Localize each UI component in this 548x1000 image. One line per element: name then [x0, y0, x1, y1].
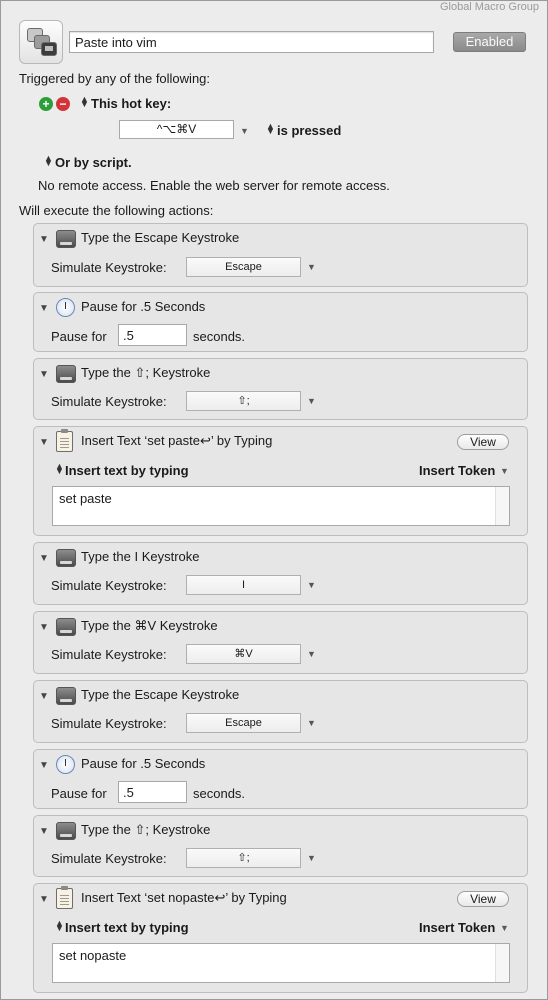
textarea-scrollbar[interactable] — [495, 944, 509, 982]
keystroke-field[interactable]: ⇧; — [186, 391, 301, 411]
keystroke-field[interactable]: ⌘V — [186, 644, 301, 664]
keystroke-dropdown-icon[interactable]: ▼ — [307, 580, 316, 590]
keystroke-dropdown-icon[interactable]: ▼ — [307, 262, 316, 272]
hotkey-condition-label[interactable]: is pressed — [277, 123, 341, 138]
seconds-label: seconds. — [193, 786, 246, 801]
action-keystroke: ▼ Type the ⇧; Keystroke Simulate Keystro… — [33, 815, 528, 877]
script-trigger-stepper-icon[interactable]: ▲ ▼ — [44, 154, 53, 168]
action-keystroke: ▼ Type the I Keystroke Simulate Keystrok… — [33, 542, 528, 605]
action-pause: ▼ Pause for .5 Seconds Pause for .5 seco… — [33, 749, 528, 809]
keyboard-icon — [56, 230, 76, 248]
simulate-keystroke-label: Simulate Keystroke: — [51, 647, 167, 662]
insert-mode-label[interactable]: Insert text by typing — [65, 920, 189, 935]
insert-text-area[interactable]: set nopaste — [52, 943, 510, 983]
action-keystroke: ▼ Type the ⌘V Keystroke Simulate Keystro… — [33, 611, 528, 674]
trigger-type-stepper-icon[interactable]: ▲ ▼ — [80, 95, 89, 109]
action-title: Type the Escape Keystroke — [81, 230, 240, 245]
action-title: Type the ⇧; Keystroke — [81, 365, 211, 380]
disclosure-triangle-icon[interactable]: ▼ — [39, 622, 49, 633]
textarea-scrollbar[interactable] — [495, 487, 509, 525]
keystroke-field[interactable]: I — [186, 575, 301, 595]
action-insert-text: ▼ Insert Text ‘set nopaste↩’ by Typing V… — [33, 883, 528, 993]
keystroke-dropdown-icon[interactable]: ▼ — [307, 649, 316, 659]
macro-icon[interactable] — [19, 20, 63, 64]
macro-name-field[interactable]: Paste into vim — [69, 31, 434, 53]
keystroke-field[interactable]: Escape — [186, 713, 301, 733]
pause-for-label: Pause for — [51, 329, 107, 344]
simulate-keystroke-label: Simulate Keystroke: — [51, 716, 167, 731]
insert-token-dropdown-icon[interactable]: ▼ — [500, 466, 509, 476]
disclosure-triangle-icon[interactable]: ▼ — [39, 894, 49, 905]
hotkey-field[interactable]: ^⌥⌘V — [119, 120, 234, 139]
clock-icon — [56, 755, 75, 774]
hotkey-trigger-label: This hot key: — [91, 96, 172, 111]
keyboard-icon — [56, 822, 76, 840]
disclosure-triangle-icon[interactable]: ▼ — [39, 369, 49, 380]
disclosure-triangle-icon[interactable]: ▼ — [39, 437, 49, 448]
clock-icon — [56, 298, 75, 317]
insert-text-value: set paste — [59, 491, 112, 506]
keystroke-dropdown-icon[interactable]: ▼ — [307, 396, 316, 406]
insert-text-area[interactable]: set paste — [52, 486, 510, 526]
triggers-heading: Triggered by any of the following: — [19, 71, 211, 86]
simulate-keystroke-label: Simulate Keystroke: — [51, 578, 167, 593]
view-button[interactable]: View — [457, 891, 509, 907]
action-title: Insert Text ‘set paste↩’ by Typing — [81, 433, 273, 448]
action-title: Type the ⌘V Keystroke — [81, 618, 218, 633]
action-title: Insert Text ‘set nopaste↩’ by Typing — [81, 890, 287, 905]
disclosure-triangle-icon[interactable]: ▼ — [39, 303, 49, 314]
remote-access-text: No remote access. Enable the web server … — [38, 178, 390, 193]
insert-text-value: set nopaste — [59, 948, 127, 963]
action-keystroke: ▼ Type the Escape Keystroke Simulate Key… — [33, 680, 528, 743]
insert-token-dropdown-icon[interactable]: ▼ — [500, 923, 509, 933]
action-keystroke: ▼ Type the Escape Keystroke Simulate Key… — [33, 223, 528, 287]
disclosure-triangle-icon[interactable]: ▼ — [39, 760, 49, 771]
action-pause: ▼ Pause for .5 Seconds Pause for .5 seco… — [33, 292, 528, 352]
action-title: Type the ⇧; Keystroke — [81, 822, 211, 837]
clipboard-icon — [56, 429, 73, 452]
keyboard-icon — [56, 618, 76, 636]
keystroke-dropdown-icon[interactable]: ▼ — [307, 718, 316, 728]
keystroke-field[interactable]: ⇧; — [186, 848, 301, 868]
disclosure-triangle-icon[interactable]: ▼ — [39, 826, 49, 837]
keyboard-icon — [56, 365, 76, 383]
disclosure-triangle-icon[interactable]: ▼ — [39, 553, 49, 564]
simulate-keystroke-label: Simulate Keystroke: — [51, 394, 167, 409]
keystroke-dropdown-icon[interactable]: ▼ — [307, 853, 316, 863]
disclosure-triangle-icon[interactable]: ▼ — [39, 691, 49, 702]
clipboard-icon — [56, 886, 73, 909]
remove-trigger-icon[interactable]: − — [56, 97, 70, 111]
keyboard-icon — [56, 687, 76, 705]
insert-token-menu[interactable]: Insert Token — [419, 920, 495, 935]
insert-mode-stepper-icon[interactable]: ▲ ▼ — [55, 919, 64, 933]
seconds-label: seconds. — [193, 329, 246, 344]
macro-group-name: Global Macro Group — [439, 1, 539, 13]
action-title: Type the I Keystroke — [81, 549, 200, 564]
disclosure-triangle-icon[interactable]: ▼ — [39, 234, 49, 245]
insert-mode-label[interactable]: Insert text by typing — [65, 463, 189, 478]
action-title: Pause for .5 Seconds — [81, 299, 206, 314]
action-insert-text: ▼ Insert Text ‘set paste↩’ by Typing Vie… — [33, 426, 528, 536]
script-trigger-label: Or by script. — [55, 155, 132, 170]
simulate-keystroke-label: Simulate Keystroke: — [51, 851, 167, 866]
keyboard-icon — [56, 549, 76, 567]
hotkey-dropdown-icon[interactable]: ▼ — [240, 126, 249, 136]
add-trigger-icon[interactable]: + — [39, 97, 53, 111]
pause-seconds-field[interactable]: .5 — [118, 324, 187, 346]
action-title: Pause for .5 Seconds — [81, 756, 206, 771]
simulate-keystroke-label: Simulate Keystroke: — [51, 260, 167, 275]
action-title: Type the Escape Keystroke — [81, 687, 240, 702]
insert-token-menu[interactable]: Insert Token — [419, 463, 495, 478]
pause-seconds-field[interactable]: .5 — [118, 781, 187, 803]
macro-editor-window: Global Macro Group Paste into vim Enable… — [0, 0, 548, 1000]
keystroke-field[interactable]: Escape — [186, 257, 301, 277]
action-keystroke: ▼ Type the ⇧; Keystroke Simulate Keystro… — [33, 358, 528, 420]
view-button[interactable]: View — [457, 434, 509, 450]
insert-mode-stepper-icon[interactable]: ▲ ▼ — [55, 462, 64, 476]
hotkey-condition-stepper-icon[interactable]: ▲ ▼ — [266, 122, 275, 136]
actions-heading: Will execute the following actions: — [19, 203, 214, 218]
pause-for-label: Pause for — [51, 786, 107, 801]
enabled-button[interactable]: Enabled — [453, 32, 526, 52]
macro-icon-layer — [41, 42, 57, 56]
